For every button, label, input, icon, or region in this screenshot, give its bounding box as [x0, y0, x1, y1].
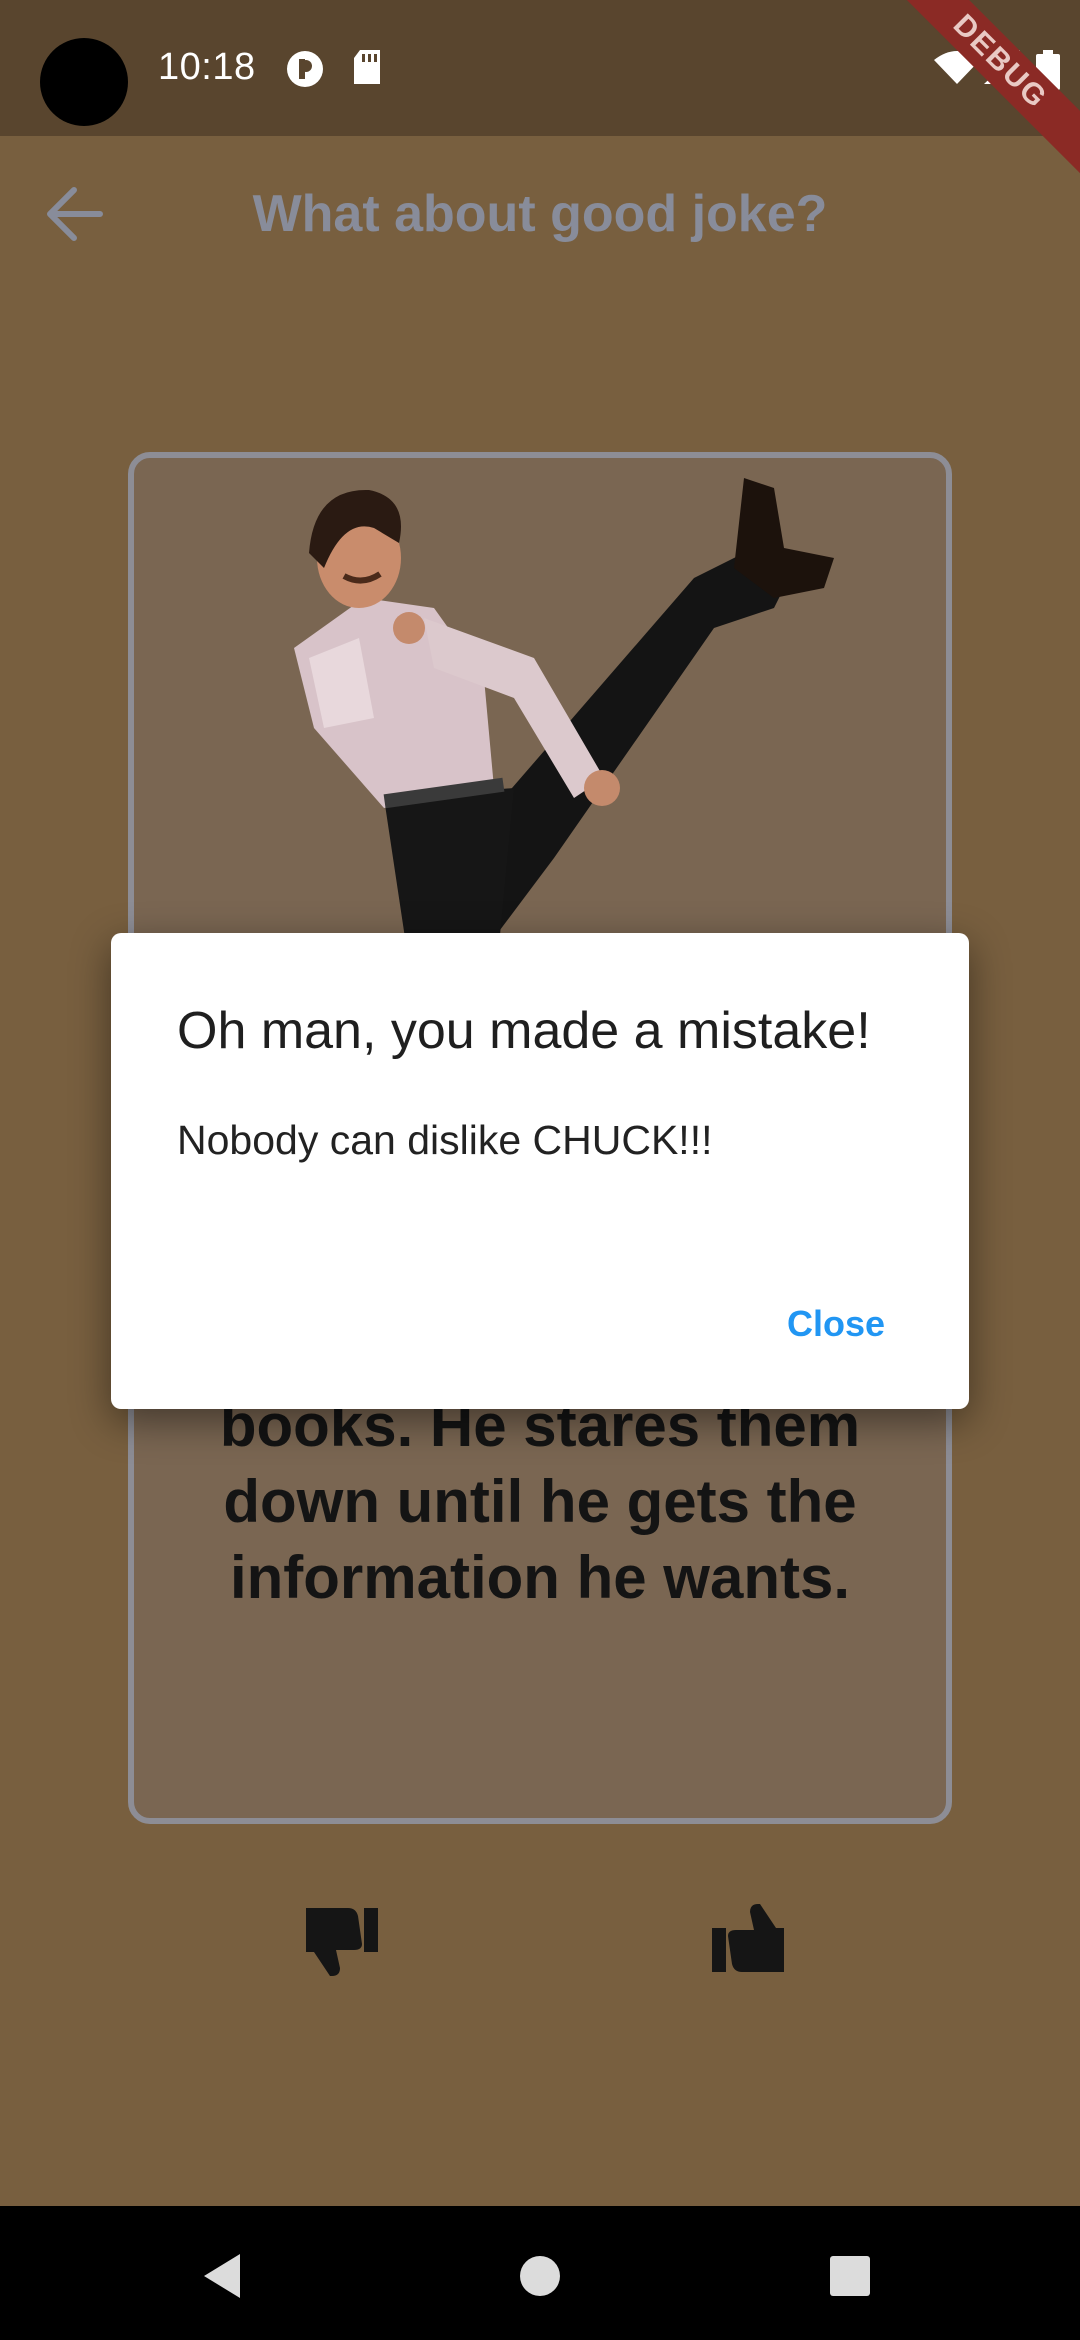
thumb-down-icon[interactable] [296, 1900, 386, 1980]
back-triangle-icon[interactable] [196, 2248, 252, 2304]
page-title: What about good joke? [252, 185, 828, 243]
app-bar: What about good joke? [0, 136, 1080, 292]
home-circle-icon[interactable] [512, 2248, 568, 2304]
camera-cutout [40, 38, 128, 126]
recents-square-icon[interactable] [822, 2248, 878, 2304]
joke-text: books. He stares them down until he gets… [134, 1388, 946, 1616]
joke-line: down until he gets the [223, 1468, 857, 1535]
chuck-norris-kick-image [294, 478, 834, 998]
status-time: 10:18 [158, 46, 256, 88]
alert-dialog: Oh man, you made a mistake! Nobody can d… [111, 933, 969, 1409]
dialog-title: Oh man, you made a mistake! [177, 1002, 871, 1060]
close-button[interactable]: Close [787, 1303, 885, 1345]
thumb-up-icon[interactable] [704, 1900, 794, 1980]
navigation-bar [0, 2206, 1080, 2340]
status-bar: 10:18 DEBUG [0, 0, 1080, 184]
vpn-key-icon [287, 51, 323, 87]
sd-card-icon [354, 50, 380, 84]
dialog-message: Nobody can dislike CHUCK!!! [177, 1117, 713, 1163]
joke-line: information he wants. [229, 1544, 851, 1611]
